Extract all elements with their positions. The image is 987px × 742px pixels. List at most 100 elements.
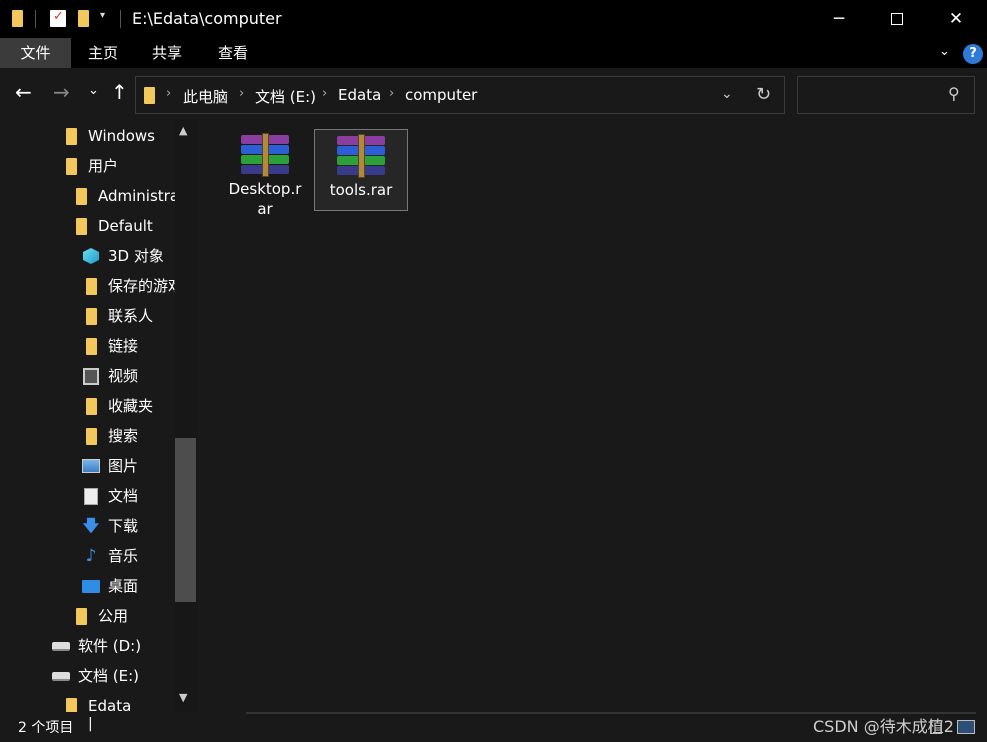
sidebar-item-label: 3D 对象 (108, 247, 164, 265)
sidebar-item-3d-objects[interactable]: 3D 对象 (82, 241, 164, 271)
refresh-icon[interactable]: ↻ (756, 84, 771, 105)
searches-icon (82, 427, 100, 445)
rar-archive-icon (337, 134, 385, 178)
separator (120, 10, 121, 28)
breadcrumb-this-pc[interactable]: 此电脑 (183, 86, 228, 107)
sidebar-item-label: 搜索 (108, 427, 139, 445)
sidebar-item-label: 音乐 (108, 547, 139, 565)
address-row: ← → ⌄ ↑ › 此电脑 › 文档 (E:) › Edata › comput… (0, 68, 987, 120)
tab-share[interactable]: 共享 (135, 38, 199, 68)
sidebar-item-default[interactable]: Default (72, 211, 153, 241)
folder-icon (62, 127, 80, 145)
sidebar-item-contacts[interactable]: 联系人 (82, 301, 153, 331)
sidebar-item-music[interactable]: ♪ 音乐 (82, 541, 138, 571)
folder-icon (72, 217, 90, 235)
tab-view[interactable]: 查看 (199, 38, 267, 68)
close-button[interactable]: ✕ (933, 0, 979, 38)
sidebar-item-drive-e[interactable]: 文档 (E:) (52, 661, 139, 691)
breadcrumb-computer[interactable]: computer (405, 86, 477, 104)
sidebar-item-desktop[interactable]: 桌面 (82, 571, 138, 601)
sidebar-item-favorites[interactable]: 收藏夹 (82, 391, 153, 421)
pictures-icon (82, 457, 100, 475)
expand-ribbon-icon[interactable]: ⌄ (939, 44, 950, 59)
documents-icon (82, 487, 100, 505)
sidebar-item-drive-d[interactable]: 软件 (D:) (52, 631, 141, 661)
large-icons-view-icon[interactable] (957, 720, 975, 734)
sidebar-item-public[interactable]: 公用 (72, 601, 128, 631)
sidebar-item-label: 桌面 (108, 577, 139, 595)
new-folder-icon[interactable] (78, 10, 89, 27)
sidebar-item-label: 下载 (108, 517, 139, 535)
3d-objects-icon (82, 247, 100, 265)
window-title: E:\Edata\computer (132, 9, 282, 28)
folder-icon (12, 10, 23, 27)
close-icon: ✕ (948, 9, 964, 29)
folder-icon (72, 187, 90, 205)
sidebar-item-label: 视频 (108, 367, 139, 385)
chevron-up-icon[interactable]: ▲ (179, 124, 187, 137)
breadcrumb-drive-e[interactable]: 文档 (E:) (255, 86, 316, 107)
properties-icon[interactable] (50, 9, 66, 27)
folder-icon (62, 697, 80, 712)
drive-icon (52, 667, 70, 685)
details-view-icon[interactable] (930, 720, 942, 734)
sidebar-item-searches[interactable]: 搜索 (82, 421, 138, 451)
sidebar-item-label: 公用 (98, 607, 129, 625)
chevron-down-icon[interactable]: ⌄ (721, 86, 733, 102)
up-icon[interactable]: ↑ (111, 80, 128, 104)
chevron-right-icon[interactable]: › (322, 86, 327, 101)
sidebar-item-videos[interactable]: 视频 (82, 361, 138, 391)
minimize-icon: ─ (833, 9, 845, 29)
maximize-button[interactable] (874, 0, 920, 38)
file-item-desktop-rar[interactable]: Desktop.r ar (218, 129, 312, 218)
folder-icon (72, 607, 90, 625)
sidebar-scrollbar[interactable]: ▲ ▼ (175, 120, 197, 712)
back-icon[interactable]: ← (15, 80, 32, 104)
search-input[interactable]: ⚲ (797, 76, 975, 114)
saved-games-icon (82, 277, 100, 295)
search-icon[interactable]: ⚲ (948, 84, 960, 103)
file-name-line2: ar (257, 200, 273, 218)
links-icon (82, 337, 100, 355)
sidebar-item-label: Windows (88, 127, 155, 145)
sidebar-item-label: 用户 (88, 157, 119, 175)
sidebar-item-administrator[interactable]: Administra (72, 181, 179, 211)
minimize-button[interactable]: ─ (816, 0, 862, 38)
file-item-tools-rar[interactable]: tools.rar (314, 129, 408, 211)
downloads-icon: 🡇 (82, 516, 100, 535)
breadcrumb-edata[interactable]: Edata (338, 86, 381, 104)
recent-locations-icon[interactable]: ⌄ (88, 83, 99, 98)
sidebar-item-label: 保存的游戏 (108, 277, 184, 295)
scrollbar-thumb[interactable] (175, 438, 196, 602)
chevron-down-icon[interactable]: ▼ (179, 691, 187, 704)
sidebar-item-edata[interactable]: Edata (62, 691, 131, 712)
chevron-right-icon[interactable]: › (166, 86, 171, 101)
file-list[interactable]: Desktop.r ar tools.rar (198, 120, 987, 712)
tab-home[interactable]: 主页 (71, 38, 135, 68)
address-bar[interactable]: › 此电脑 › 文档 (E:) › Edata › computer ⌄ ↻ (135, 76, 785, 114)
title-bar: ▾ E:\Edata\computer ─ ✕ (0, 0, 987, 38)
chevron-right-icon[interactable]: › (389, 86, 394, 101)
sidebar-item-label: 文档 (108, 487, 139, 505)
chevron-right-icon[interactable]: › (239, 86, 244, 101)
status-bar: 2 个项目 | CSDN @待木成植2 (0, 712, 987, 742)
sidebar-item-label: Administra (98, 187, 180, 205)
sidebar-item-label: 联系人 (108, 307, 154, 325)
sidebar-item-users[interactable]: 用户 (62, 151, 118, 181)
sidebar-item-windows[interactable]: Windows (62, 121, 155, 151)
sidebar-item-documents[interactable]: 文档 (82, 481, 138, 511)
sidebar-item-pictures[interactable]: 图片 (82, 451, 138, 481)
file-name: tools.rar (329, 181, 393, 199)
sidebar-item-saved-games[interactable]: 保存的游戏 (82, 271, 183, 301)
sidebar-item-links[interactable]: 链接 (82, 331, 138, 361)
forward-icon[interactable]: → (53, 80, 70, 104)
sidebar-item-label: 软件 (D:) (78, 637, 142, 655)
video-icon (82, 367, 100, 385)
sidebar-item-downloads[interactable]: 🡇 下载 (82, 511, 138, 541)
quick-access-dropdown-icon[interactable]: ▾ (100, 10, 105, 21)
help-icon[interactable]: ? (963, 44, 983, 64)
tab-file[interactable]: 文件 (0, 38, 71, 68)
drive-icon (52, 637, 70, 655)
folder-icon (144, 87, 155, 104)
desktop-icon (82, 577, 100, 595)
